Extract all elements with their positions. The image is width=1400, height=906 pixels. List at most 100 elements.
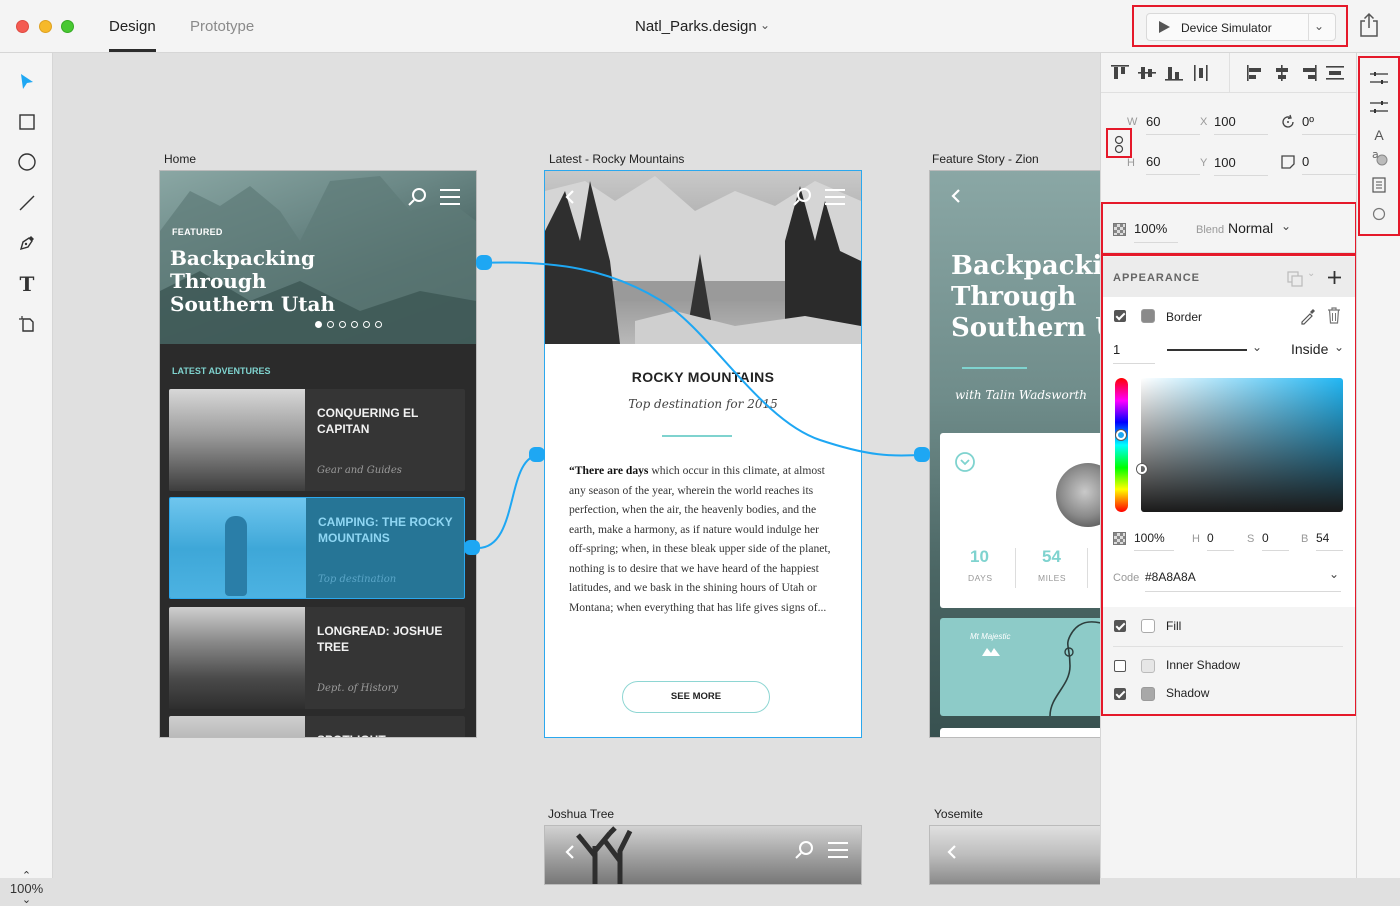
- chevron-down-icon[interactable]: ⌄: [760, 18, 770, 32]
- list-item[interactable]: SPOTLIGHT:: [169, 716, 465, 737]
- rectangle-tool[interactable]: [14, 109, 40, 135]
- hamburger-menu-icon[interactable]: [825, 189, 845, 205]
- carousel-dot[interactable]: [339, 321, 346, 328]
- saturation-field[interactable]: 0: [1262, 531, 1289, 551]
- see-more-button[interactable]: SEE MORE: [622, 681, 770, 713]
- chevron-down-icon[interactable]: ⌄: [1334, 340, 1344, 354]
- hamburger-menu-icon[interactable]: [828, 842, 848, 858]
- width-field[interactable]: 60: [1146, 113, 1200, 135]
- carousel-dot[interactable]: [363, 321, 370, 328]
- tab-prototype[interactable]: Prototype: [190, 18, 254, 35]
- shadow-checkbox[interactable]: [1114, 688, 1126, 700]
- chevron-down-icon[interactable]: ⌄: [1307, 268, 1315, 279]
- back-chevron-icon[interactable]: [951, 188, 961, 204]
- list-item[interactable]: LONGREAD: JOSHUE TREE Dept. of History: [169, 607, 465, 709]
- search-icon[interactable]: [792, 187, 812, 207]
- align-middle-icon[interactable]: [1138, 65, 1156, 81]
- y-field[interactable]: 100: [1214, 154, 1268, 176]
- zoom-window-button[interactable]: [61, 20, 74, 33]
- add-icon[interactable]: [1327, 270, 1342, 285]
- stroke-style-select[interactable]: [1167, 349, 1247, 351]
- device-simulator-button[interactable]: Device Simulator ⌄: [1146, 13, 1336, 41]
- inner-shadow-color-swatch[interactable]: [1141, 659, 1155, 673]
- prototype-wire[interactable]: [477, 454, 541, 549]
- document-title[interactable]: Natl_Parks.design: [635, 18, 757, 35]
- artboard-tool[interactable]: [14, 311, 40, 337]
- minimize-window-button[interactable]: [39, 20, 52, 33]
- border-checkbox[interactable]: [1114, 310, 1126, 322]
- hue-field[interactable]: 0: [1207, 531, 1234, 551]
- properties-panel-button[interactable]: [1369, 68, 1389, 88]
- border-color-swatch[interactable]: [1141, 309, 1155, 323]
- artboard-label-home[interactable]: Home: [164, 152, 196, 166]
- trash-icon[interactable]: [1327, 307, 1341, 324]
- hamburger-menu-icon[interactable]: [440, 189, 460, 205]
- list-item[interactable]: CONQUERING EL CAPITAN Gear and Guides: [169, 389, 465, 491]
- blend-mode-select[interactable]: Normal: [1228, 220, 1273, 236]
- align-right-icon[interactable]: [1299, 65, 1317, 81]
- search-icon[interactable]: [794, 840, 814, 860]
- back-chevron-icon[interactable]: [565, 844, 575, 860]
- align-top-icon[interactable]: [1111, 65, 1129, 81]
- fill-checkbox[interactable]: [1114, 620, 1126, 632]
- rotation-field[interactable]: 0º: [1302, 113, 1356, 135]
- carousel-dot[interactable]: [327, 321, 334, 328]
- artboard-label-rocky-mountains[interactable]: Latest - Rocky Mountains: [549, 152, 684, 166]
- wire-handle[interactable]: [529, 447, 545, 462]
- style-copy-icon[interactable]: [1287, 271, 1303, 287]
- back-chevron-icon[interactable]: [947, 844, 957, 860]
- close-window-button[interactable]: [16, 20, 29, 33]
- hue-slider-handle[interactable]: [1116, 430, 1126, 440]
- eyedropper-icon[interactable]: [1299, 307, 1317, 325]
- chevron-down-icon[interactable]: ⌄: [1281, 219, 1291, 233]
- fill-color-swatch[interactable]: [1141, 619, 1155, 633]
- color-opacity-field[interactable]: 100%: [1134, 531, 1174, 551]
- artboard-rocky-mountains[interactable]: ROCKY MOUNTAINS Top destination for 2015…: [544, 170, 862, 738]
- line-tool[interactable]: [14, 190, 40, 216]
- artboard-feature-story[interactable]: Backpacking Through Southern Utah with T…: [929, 170, 1100, 738]
- color-picker-handle[interactable]: [1137, 464, 1147, 474]
- align-left-icon[interactable]: [1247, 65, 1265, 81]
- search-icon[interactable]: [407, 187, 427, 207]
- saturation-brightness-picker[interactable]: [1141, 378, 1343, 512]
- align-bottom-icon[interactable]: [1165, 65, 1183, 81]
- artboard-label-feature-story[interactable]: Feature Story - Zion: [932, 152, 1039, 166]
- shadow-color-swatch[interactable]: [1141, 687, 1155, 701]
- carousel-dot[interactable]: [315, 321, 322, 328]
- ellipse-tool[interactable]: [14, 149, 40, 175]
- tab-design[interactable]: Design: [109, 18, 156, 52]
- inner-shadow-checkbox[interactable]: [1114, 660, 1126, 672]
- list-item[interactable]: CAMPING: THE ROCKY MOUNTAINS Top destina…: [169, 497, 465, 599]
- border-width-field[interactable]: 1: [1113, 342, 1155, 364]
- wire-handle[interactable]: [914, 447, 930, 462]
- hue-slider[interactable]: [1115, 378, 1128, 512]
- artboard-label-yosemite[interactable]: Yosemite: [934, 807, 983, 821]
- zoom-level[interactable]: 100%: [0, 881, 53, 896]
- align-center-icon[interactable]: [1273, 65, 1291, 81]
- artboard-home[interactable]: FEATURED Backpacking Through Southern Ut…: [159, 170, 477, 738]
- wire-handle[interactable]: [476, 255, 492, 270]
- artboard-yosemite[interactable]: [929, 825, 1100, 885]
- artboard-joshua-tree[interactable]: [544, 825, 862, 885]
- share-icon[interactable]: [1358, 12, 1380, 38]
- character-styles-button[interactable]: A: [1369, 125, 1389, 145]
- assets-panel-button[interactable]: [1369, 175, 1389, 195]
- zoom-out-chevron-icon[interactable]: ⌄: [0, 895, 53, 906]
- layers-panel-button[interactable]: [1369, 97, 1389, 117]
- select-tool[interactable]: [14, 69, 40, 95]
- x-field[interactable]: 100: [1214, 113, 1268, 135]
- opacity-field[interactable]: 100%: [1134, 221, 1178, 243]
- carousel-dot[interactable]: [375, 321, 382, 328]
- artboard-label-joshua-tree[interactable]: Joshua Tree: [548, 807, 614, 821]
- color-swatches-button[interactable]: a: [1369, 147, 1389, 167]
- hex-code-field[interactable]: #8A8A8A: [1145, 570, 1341, 592]
- corner-radius-field[interactable]: 0: [1302, 153, 1356, 175]
- chevron-down-icon[interactable]: ⌄: [1252, 340, 1262, 354]
- back-chevron-icon[interactable]: [565, 189, 575, 205]
- lock-aspect-ratio-icon[interactable]: [1113, 135, 1125, 155]
- chevron-down-icon[interactable]: ⌄: [1329, 567, 1339, 581]
- distribute-horizontal-icon[interactable]: [1192, 65, 1210, 81]
- chevron-down-icon[interactable]: ⌄: [1314, 19, 1324, 33]
- chevron-circle-down-icon[interactable]: [954, 451, 976, 473]
- zoom-in-chevron-icon[interactable]: ⌃: [0, 871, 53, 882]
